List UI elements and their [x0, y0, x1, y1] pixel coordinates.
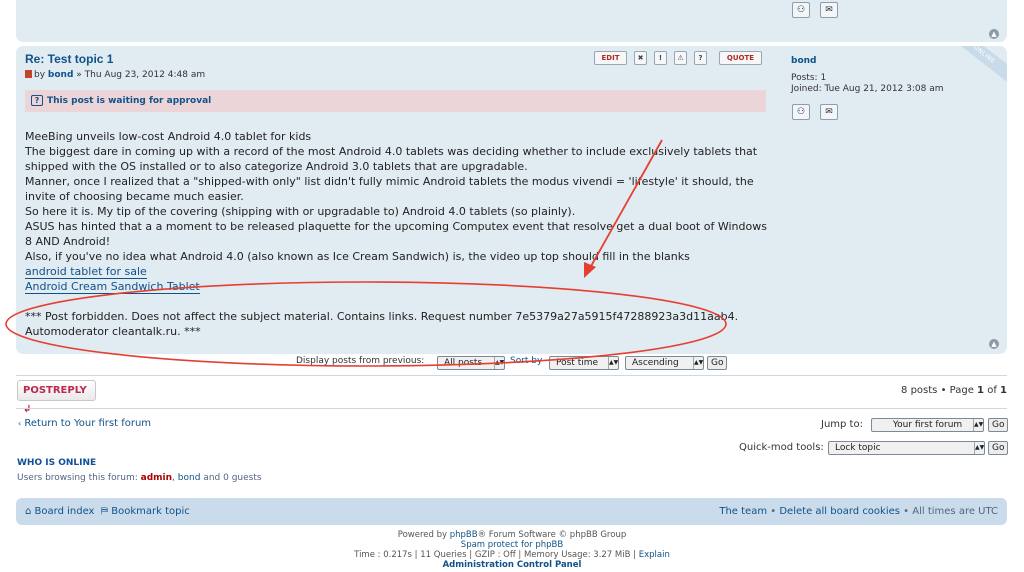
display-options: Display posts from previous: — [296, 356, 424, 366]
spam-protect-link[interactable]: Spam protect for phpBB — [461, 540, 563, 550]
envelope-icon: ✉ — [825, 5, 833, 15]
bookmark-link[interactable]: Bookmark topic — [111, 506, 190, 517]
quickmod-select[interactable]: Lock topic ▲▼ — [828, 441, 985, 455]
bookmark-icon: ⛿ — [100, 506, 109, 517]
question-icon: ? — [31, 95, 43, 106]
profile-name[interactable]: bond — [791, 56, 944, 67]
explain-link[interactable]: Explain — [639, 550, 670, 560]
home-icon: ⌂ — [25, 506, 32, 517]
updown-icon: ▲▼ — [693, 357, 703, 369]
acp-link[interactable]: Administration Control Panel — [443, 560, 582, 570]
divider — [16, 375, 1007, 376]
board-index-link[interactable]: Board index — [35, 506, 95, 517]
delete-cookies-link[interactable]: Delete all board cookies — [779, 506, 900, 517]
display-days-select[interactable]: All posts ▲▼ — [437, 356, 505, 370]
post-title[interactable]: Re: Test topic 1 — [25, 52, 113, 66]
delete-icon[interactable]: ✖ — [634, 51, 647, 65]
warn-icon[interactable]: ⚠ — [674, 51, 687, 65]
updown-icon: ▲▼ — [608, 357, 618, 369]
online-badge: ONLINE — [944, 46, 1007, 89]
email-button[interactable]: ✉ — [820, 2, 838, 18]
previous-post-panel: ⚇ ✉ ▲ — [16, 0, 1007, 42]
content-line: Also, if you've no idea what Android 4.0… — [25, 250, 690, 263]
content-line: MeeBing unveils low-cost Android 4.0 tab… — [25, 130, 312, 143]
pagination: 8 posts • Page 1 of 1 — [901, 385, 1007, 396]
content-link[interactable]: Android Cream Sandwich Tablet — [25, 280, 200, 294]
content-line: ASUS has hinted that a a moment to be re… — [25, 220, 767, 248]
profile-joined: Joined: Tue Aug 21, 2012 3:08 am — [791, 84, 944, 94]
post-panel: ONLINE Re: Test topic 1 by bond » Thu Au… — [16, 46, 1007, 354]
content-line: Manner, once I realized that a "shipped-… — [25, 175, 754, 203]
return-link[interactable]: ‹ Return to Your first forum — [18, 418, 151, 429]
back-to-top-icon[interactable]: ▲ — [989, 29, 999, 39]
user-bond-link[interactable]: bond — [178, 473, 201, 483]
jump-to-label: Jump to: — [821, 419, 863, 430]
updown-icon: ▲▼ — [974, 442, 984, 454]
who-online-text: Users browsing this forum: admin, bond a… — [17, 473, 262, 483]
pm-button[interactable]: ⚇ — [792, 2, 810, 18]
display-label: Display posts from previous: — [296, 356, 425, 366]
content-line: So here it is. My tip of the covering (s… — [25, 205, 576, 218]
chevron-left-icon: ‹ — [18, 419, 22, 428]
pm-icon: ⚇ — [796, 107, 806, 117]
who-online-title: WHO IS ONLINE — [17, 458, 97, 468]
team-link[interactable]: The team — [719, 506, 767, 517]
post-meta: by bond » Thu Aug 23, 2012 4:48 am — [25, 70, 205, 80]
quickmod-go-button[interactable]: Go — [988, 441, 1009, 455]
timezone-text: All times are UTC — [912, 506, 998, 517]
pm-button[interactable]: ⚇ — [792, 104, 810, 120]
pm-icon: ⚇ — [796, 5, 806, 15]
divider — [16, 408, 1007, 409]
sort-key-select[interactable]: Post time ▲▼ — [549, 356, 619, 370]
forbidden-message: *** Post forbidden. Does not affect the … — [25, 310, 739, 338]
approval-notice: ? This post is waiting for approval — [25, 90, 766, 112]
jump-go-button[interactable]: Go — [988, 418, 1009, 432]
jump-to-select[interactable]: Your first forum ▲▼ — [871, 418, 984, 432]
email-button[interactable]: ✉ — [820, 104, 838, 120]
edit-button[interactable]: EDIT — [594, 51, 627, 65]
footer-navbar: ⌂ Board index ⛿ Bookmark topic The team … — [16, 498, 1007, 525]
display-go-button[interactable]: Go — [707, 356, 728, 370]
envelope-icon: ✉ — [825, 107, 833, 117]
content-link[interactable]: android tablet for sale — [25, 265, 147, 279]
post-author[interactable]: bond — [48, 70, 73, 80]
post-date: » Thu Aug 23, 2012 4:48 am — [76, 70, 206, 80]
profile-posts: Posts: 1 — [791, 73, 827, 83]
quote-button[interactable]: QUOTE — [719, 51, 762, 65]
sort-dir-select[interactable]: Ascending ▲▼ — [625, 356, 704, 370]
updown-icon: ▲▼ — [494, 357, 504, 369]
post-icon — [25, 70, 32, 78]
phpbb-link[interactable]: phpBB — [450, 530, 478, 540]
user-admin-link[interactable]: admin — [141, 473, 172, 483]
quickmod-label: Quick-mod tools: — [739, 442, 824, 453]
reply-arrow-icon: ↲ — [23, 404, 32, 415]
page-footer: Powered by phpBB® Forum Software © phpBB… — [354, 530, 670, 570]
back-to-top-icon[interactable]: ▲ — [989, 339, 999, 349]
post-reply-button[interactable]: POSTREPLY ↲ — [17, 380, 96, 415]
report-icon[interactable]: ! — [654, 51, 667, 65]
sort-label: Sort by — [510, 356, 543, 366]
post-profile: bond Posts: 1 Joined: Tue Aug 21, 2012 3… — [791, 56, 944, 95]
info-icon[interactable]: ? — [694, 51, 707, 65]
post-content: MeeBing unveils low-cost Android 4.0 tab… — [25, 129, 770, 294]
updown-icon: ▲▼ — [973, 419, 983, 431]
content-line: The biggest dare in coming up with a rec… — [25, 145, 758, 173]
